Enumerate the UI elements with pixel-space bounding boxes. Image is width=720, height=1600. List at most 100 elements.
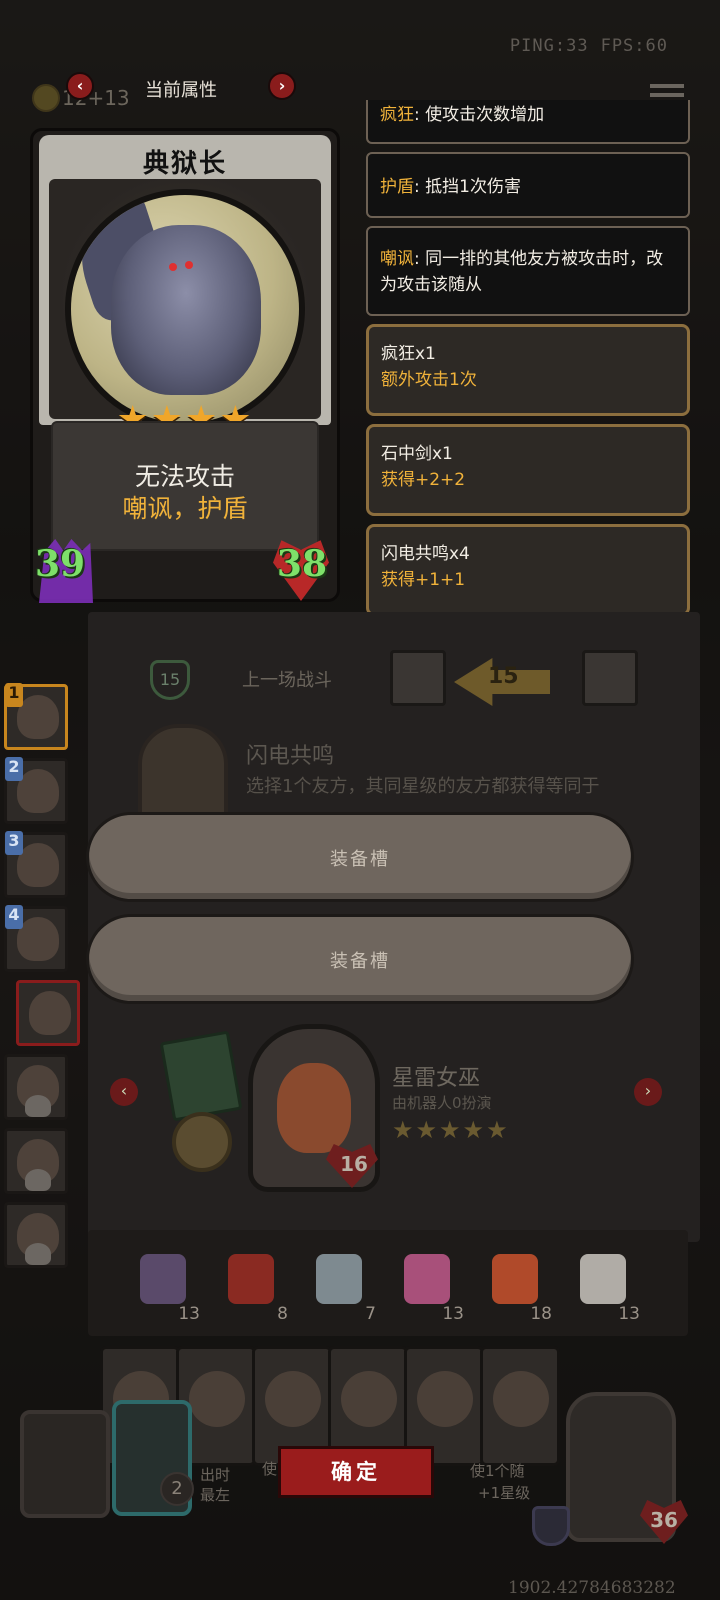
hero-keywords: 嘲讽，护盾 [122,494,248,523]
shield-icon: 15 [150,660,190,700]
hand-card[interactable] [480,1346,560,1466]
item-slot[interactable]: 13 [126,1246,200,1324]
buff-item: 闪电共鸣x4 获得+1+1 [366,524,690,616]
item-slot[interactable]: 8 [214,1246,288,1324]
confirm-button[interactable]: 确定 [278,1446,434,1498]
card-text-fragment: 最左 [200,1486,231,1504]
ping-text: PING:33 [509,36,589,56]
equipment-slot-label: 装备槽 [330,951,390,972]
coordinate-readout: 1902.42784683282 [508,1578,676,1598]
skull-icon [25,1243,51,1265]
item-count: 7 [365,1304,376,1324]
chevron-right-icon[interactable]: › [634,1078,662,1106]
gargoyle-eye [169,263,177,271]
item-count: 13 [618,1304,640,1324]
equipment-slot-label: 装备槽 [330,849,390,870]
card-text-fragment: 使1个随 [470,1462,525,1480]
prev-attribute-button[interactable]: ‹ [66,72,94,100]
effect-item: 护盾: 抵挡1次伤害 [366,152,690,218]
teacup-icon [316,1254,362,1304]
party-column: 1 2 3 4 [4,683,80,1276]
avatar [17,769,59,813]
party-member-current[interactable] [16,980,80,1046]
opponent-subtitle: 由机器人0扮演 [392,1094,492,1112]
last-battle-row: 15 上一场战斗 15 [150,650,690,706]
shop-card-count: 2 [160,1472,194,1506]
buff-name: 闪电共鸣x4 [381,544,470,564]
effect-text: : 同一排的其他友方被攻击时，改为攻击该随从 [380,249,664,295]
party-member[interactable]: 4 [4,905,68,972]
gargoyle-figure [111,225,261,395]
effects-list[interactable]: 疯狂: 使攻击次数增加 护盾: 抵挡1次伤害 嘲讽: 同一排的其他友方被攻击时，… [366,100,690,624]
item-slot[interactable]: 18 [478,1246,552,1324]
trinket-icon [172,1112,232,1172]
effect-keyword: 嘲讽 [380,249,414,269]
avatar [265,1371,321,1427]
alarm-clock-icon [228,1254,274,1304]
effect-item: 疯狂: 使攻击次数增加 [366,100,690,144]
equipment-slot-1[interactable]: 装备槽 [86,812,634,902]
party-member-eliminated[interactable] [4,1128,68,1194]
fish-icon [492,1254,538,1304]
spell-description: 选择1个友方，其同星级的友方都获得等同于 [246,776,600,797]
gargoyle-eye [185,261,193,269]
last-battle-label: 上一场战斗 [242,670,332,691]
avatar [493,1371,549,1427]
party-member[interactable]: 2 [4,757,68,824]
item-count: 8 [277,1304,288,1324]
shop-card[interactable] [20,1410,110,1518]
opponent-name: 星雷女巫 [392,1066,481,1091]
item-slot[interactable]: 13 [566,1246,640,1324]
witch-hp: 16 [340,1152,368,1176]
party-member[interactable]: 3 [4,831,68,898]
opponent-stars: ★★★★★ [392,1116,510,1144]
effect-item: 嘲讽: 同一排的其他友方被攻击时，改为攻击该随从 [366,226,690,316]
avatar [17,917,59,961]
fps-text: FPS:60 [600,36,668,56]
hero-description: 无法攻击 [134,462,235,491]
avatar [417,1371,473,1427]
card-text-fragment: 出时 [200,1466,231,1484]
party-member-eliminated[interactable] [4,1054,68,1120]
item-count: 18 [530,1304,552,1324]
effect-keyword: 护盾 [380,177,414,197]
party-rank: 3 [5,831,23,855]
next-attribute-button[interactable]: › [268,72,296,100]
player-avatar [582,650,638,706]
avatar [29,991,71,1035]
party-member-eliminated[interactable] [4,1202,68,1268]
item-slot[interactable]: 13 [390,1246,464,1324]
party-rank: 4 [5,905,23,929]
attribute-header: ‹ 当前属性 › [66,70,296,106]
buff-value: 额外攻击1次 [381,370,477,390]
attack-value: 39 [35,543,86,585]
player-hp: 36 [650,1508,678,1532]
item-count: 13 [442,1304,464,1324]
item-slot[interactable]: 7 [302,1246,376,1324]
spell-title: 闪电共鸣 [246,744,335,769]
card-text-fragment: 使 [262,1460,278,1478]
effect-text: : 使攻击次数增加 [414,105,545,125]
party-member[interactable]: 1 [4,683,68,750]
chevron-left-icon[interactable]: ‹ [110,1078,138,1106]
clown-icon [580,1254,626,1304]
lightning-spell-icon [138,724,228,824]
avatar [189,1371,245,1427]
coin-icon [32,84,60,112]
avatar [17,843,59,887]
avatar [277,1063,351,1153]
equipment-slot-2[interactable]: 装备槽 [86,914,634,1004]
party-rank: 1 [5,683,23,707]
avatar [17,695,59,739]
hero-name: 典狱长 [142,149,227,179]
health-value: 38 [276,543,327,585]
skull-icon [25,1095,51,1117]
buff-item: 疯狂x1 额外攻击1次 [366,324,690,416]
cupcake-icon [404,1254,450,1304]
buff-item: 石中剑x1 获得+2+2 [366,424,690,516]
effect-keyword: 疯狂 [380,105,414,125]
effect-text: : 抵挡1次伤害 [414,177,521,197]
buff-name: 石中剑x1 [381,444,453,464]
hero-portrait [65,189,305,429]
hero-card: 典狱长 ★★★★ 无法攻击 嘲讽，护盾 39 38 [30,128,340,603]
